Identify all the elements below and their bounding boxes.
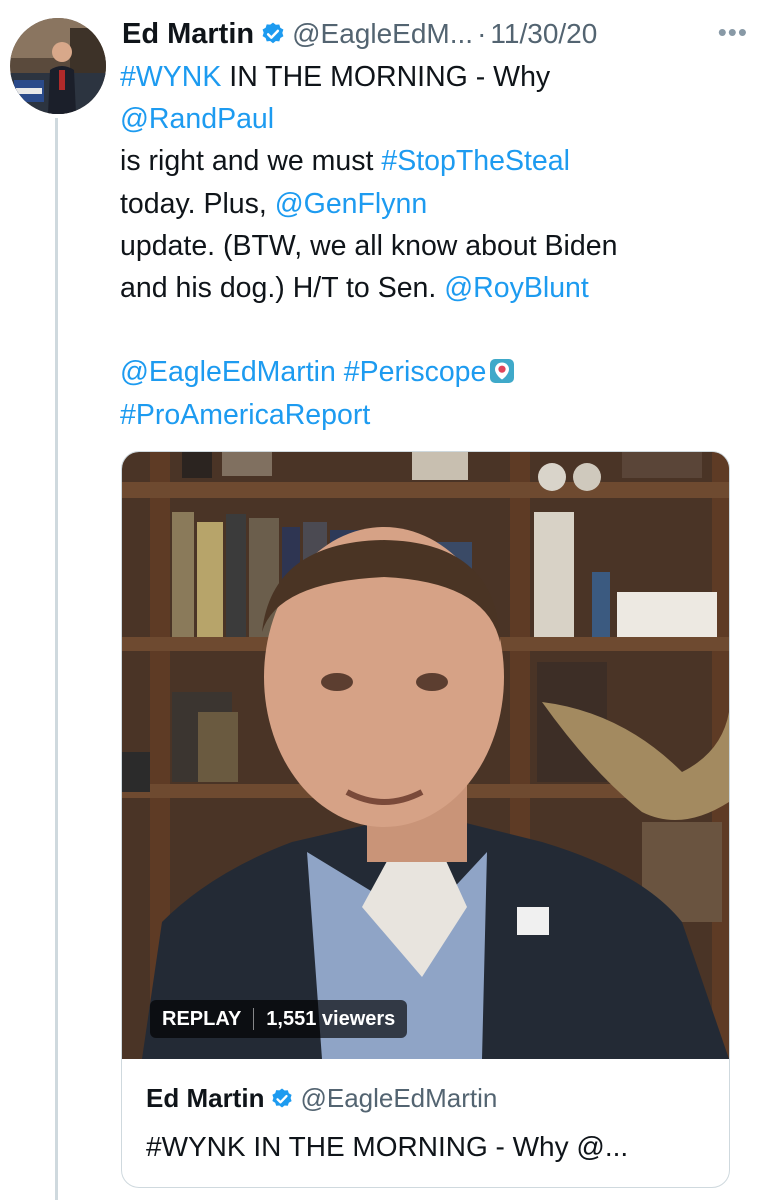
tweet-text-span: IN THE MORNING - Why bbox=[221, 61, 551, 93]
card-author-name: Ed Martin bbox=[146, 1083, 265, 1113]
replay-label: REPLAY bbox=[162, 1007, 242, 1030]
hashtag-link[interactable]: #StopTheSteal bbox=[381, 145, 570, 177]
mention-link[interactable]: @RandPaul bbox=[120, 103, 274, 135]
author-name[interactable]: Ed Martin bbox=[122, 18, 254, 51]
hashtag-link[interactable]: #WYNK bbox=[120, 61, 221, 93]
tweet-text: #WYNK IN THE MORNING - Why @RandPaul is r… bbox=[120, 56, 740, 436]
media-card[interactable]: REPLAY 1,551 viewers Ed Martin @EagleEdM… bbox=[121, 451, 730, 1188]
tweet-line: is right and we must #StopTheSteal bbox=[120, 140, 740, 182]
tweet-text-span: and his dog.) H/T to Sen. bbox=[120, 271, 445, 304]
more-icon[interactable]: ••• bbox=[718, 17, 748, 48]
tweet-date[interactable]: 11/30/20 bbox=[490, 18, 597, 50]
author-avatar[interactable] bbox=[10, 18, 106, 114]
card-footer[interactable]: Ed Martin @EagleEdMartin #WYNK IN THE MO… bbox=[122, 1059, 729, 1187]
hashtag-link[interactable]: #ProAmericaReport bbox=[120, 399, 370, 431]
tweet-line: #WYNK IN THE MORNING - Why bbox=[120, 56, 740, 98]
tweet-line: and his dog.) H/T to Sen. @RoyBlunt bbox=[120, 267, 740, 309]
tweet-header: Ed Martin @EagleEdM... · 11/30/20 ••• bbox=[122, 14, 748, 54]
mention-link[interactable]: @EagleEdMartin bbox=[120, 356, 336, 388]
card-text: #WYNK IN THE MORNING - Why @... bbox=[146, 1131, 629, 1162]
tweet-text-span: today. Plus, bbox=[120, 187, 275, 220]
tweet-line: #ProAmericaReport bbox=[120, 394, 740, 436]
periscope-icon bbox=[489, 354, 515, 384]
verified-badge-icon bbox=[270, 1087, 294, 1111]
mention-link[interactable]: @RoyBlunt bbox=[444, 272, 589, 304]
card-author: Ed Martin @EagleEdMartin bbox=[146, 1083, 497, 1114]
video-thumbnail[interactable]: REPLAY 1,551 viewers bbox=[122, 452, 729, 1059]
tweet-text-span bbox=[336, 356, 344, 388]
replay-badge: REPLAY 1,551 viewers bbox=[150, 1000, 408, 1038]
mention-link[interactable]: @GenFlynn bbox=[275, 188, 428, 220]
card-author-handle: @EagleEdMartin bbox=[300, 1083, 498, 1113]
tweet-text-span: is right and we must bbox=[120, 145, 382, 178]
author-handle[interactable]: @EagleEdM... bbox=[292, 18, 473, 50]
viewer-count: 1,551 viewers bbox=[266, 1007, 396, 1030]
tweet-line: @RandPaul bbox=[120, 98, 740, 140]
tweet-line: today. Plus, @GenFlynn bbox=[120, 183, 740, 225]
badge-divider bbox=[253, 1008, 255, 1030]
tweet-line: @EagleEdMartin #Periscope bbox=[120, 351, 740, 393]
tweet-text-span: update. (BTW, we all know about Biden bbox=[120, 229, 618, 262]
separator-dot: · bbox=[477, 18, 487, 49]
tweet-line bbox=[120, 309, 740, 351]
thread-line bbox=[55, 118, 58, 1200]
verified-badge-icon bbox=[260, 21, 286, 47]
hashtag-link[interactable]: #Periscope bbox=[344, 356, 487, 388]
tweet-line: update. (BTW, we all know about Biden bbox=[120, 225, 740, 267]
